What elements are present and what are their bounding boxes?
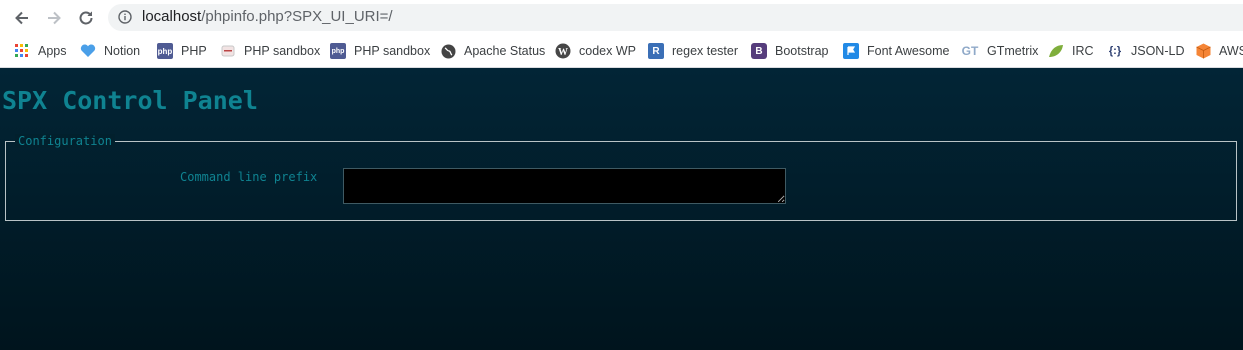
sandbox-icon <box>220 43 236 59</box>
php-icon: php <box>157 43 173 59</box>
bookmark-apache-status[interactable]: Apache Status <box>440 41 545 61</box>
cube-icon <box>1195 43 1211 59</box>
forward-button[interactable] <box>42 6 66 30</box>
bootstrap-b-icon: B <box>751 43 767 59</box>
flag-icon <box>843 43 859 59</box>
bookmarks-bar: Apps Notion php PHP PHP sandbox php PHP sa… <box>0 35 1243 68</box>
back-arrow-icon <box>15 11 28 25</box>
command-line-prefix-label: Command line prefix <box>180 170 318 184</box>
heart-icon <box>80 43 96 59</box>
info-icon <box>118 10 132 24</box>
url-host: localhost <box>142 8 202 25</box>
wordpress-icon: W <box>555 43 571 59</box>
bookmark-php-sandbox-2[interactable]: php PHP sandbox <box>330 41 430 61</box>
page-title: SPX Control Panel <box>2 86 258 115</box>
bookmark-irc[interactable]: IRC <box>1048 41 1094 61</box>
bookmark-label: PHP sandbox <box>354 44 431 58</box>
bookmark-codex-wp[interactable]: Wcodex WP <box>555 41 636 61</box>
bookmark-php[interactable]: php PHP <box>157 41 207 61</box>
url-path: /phpinfo.php?SPX_UI_URI=/ <box>201 8 393 25</box>
bookmark-apps[interactable]: Apps <box>14 41 67 61</box>
bookmark-font-awesome[interactable]: Font Awesome <box>843 41 949 61</box>
apps-grid-icon <box>14 43 30 59</box>
globe-icon <box>440 43 456 59</box>
bookmark-label: PHP <box>181 44 207 58</box>
regex-r-icon: R <box>648 43 664 59</box>
url-text: localhost/phpinfo.php?SPX_UI_URI=/ <box>142 8 393 25</box>
bookmark-label: IRC <box>1072 44 1094 58</box>
configuration-fieldset: Configuration Command line prefix <box>5 134 1237 221</box>
bookmark-aws[interactable]: AWS <box>1195 41 1243 61</box>
browser-toolbar: localhost/phpinfo.php?SPX_UI_URI=/ <box>0 0 1243 35</box>
bookmark-label: Apps <box>38 44 67 58</box>
leaf-icon <box>1048 43 1064 59</box>
bookmark-regex-tester[interactable]: Rregex tester <box>648 41 738 61</box>
reload-button[interactable] <box>74 6 98 30</box>
reload-icon <box>79 11 93 25</box>
bookmark-json-ld[interactable]: {:} JSON-LD <box>1107 41 1185 61</box>
json-braces-icon: {:} <box>1108 45 1122 57</box>
bookmark-label: AWS <box>1219 44 1243 58</box>
bookmark-label: regex tester <box>672 44 739 58</box>
back-button[interactable] <box>10 6 34 30</box>
bookmark-bootstrap[interactable]: B Bootstrap <box>751 41 829 61</box>
address-bar[interactable]: localhost/phpinfo.php?SPX_UI_URI=/ <box>108 4 1243 31</box>
command-line-prefix-input[interactable] <box>343 168 786 204</box>
gtmetrix-icon: GT <box>961 44 979 58</box>
bookmark-label: Bootstrap <box>775 44 829 58</box>
bookmark-gtmetrix[interactable]: GT GTmetrix <box>961 41 1039 61</box>
bookmark-notion[interactable]: Notion <box>80 41 140 61</box>
bookmark-label: JSON-LD <box>1131 44 1185 58</box>
configuration-legend: Configuration <box>15 134 115 148</box>
bookmark-label: Font Awesome <box>867 44 950 58</box>
bookmark-php-sandbox[interactable]: PHP sandbox <box>220 41 320 61</box>
bookmark-label: GTmetrix <box>987 44 1039 58</box>
php-sandbox-icon: php <box>330 43 346 59</box>
bookmark-label: codex WP <box>579 44 636 58</box>
bookmark-label: Notion <box>104 44 141 58</box>
spx-control-panel-page: SPX Control Panel Configuration Command … <box>0 68 1243 350</box>
svg-text:W: W <box>558 47 568 58</box>
bookmark-label: PHP sandbox <box>244 44 321 58</box>
forward-arrow-icon <box>48 11 61 25</box>
bookmark-label: Apache Status <box>464 44 546 58</box>
